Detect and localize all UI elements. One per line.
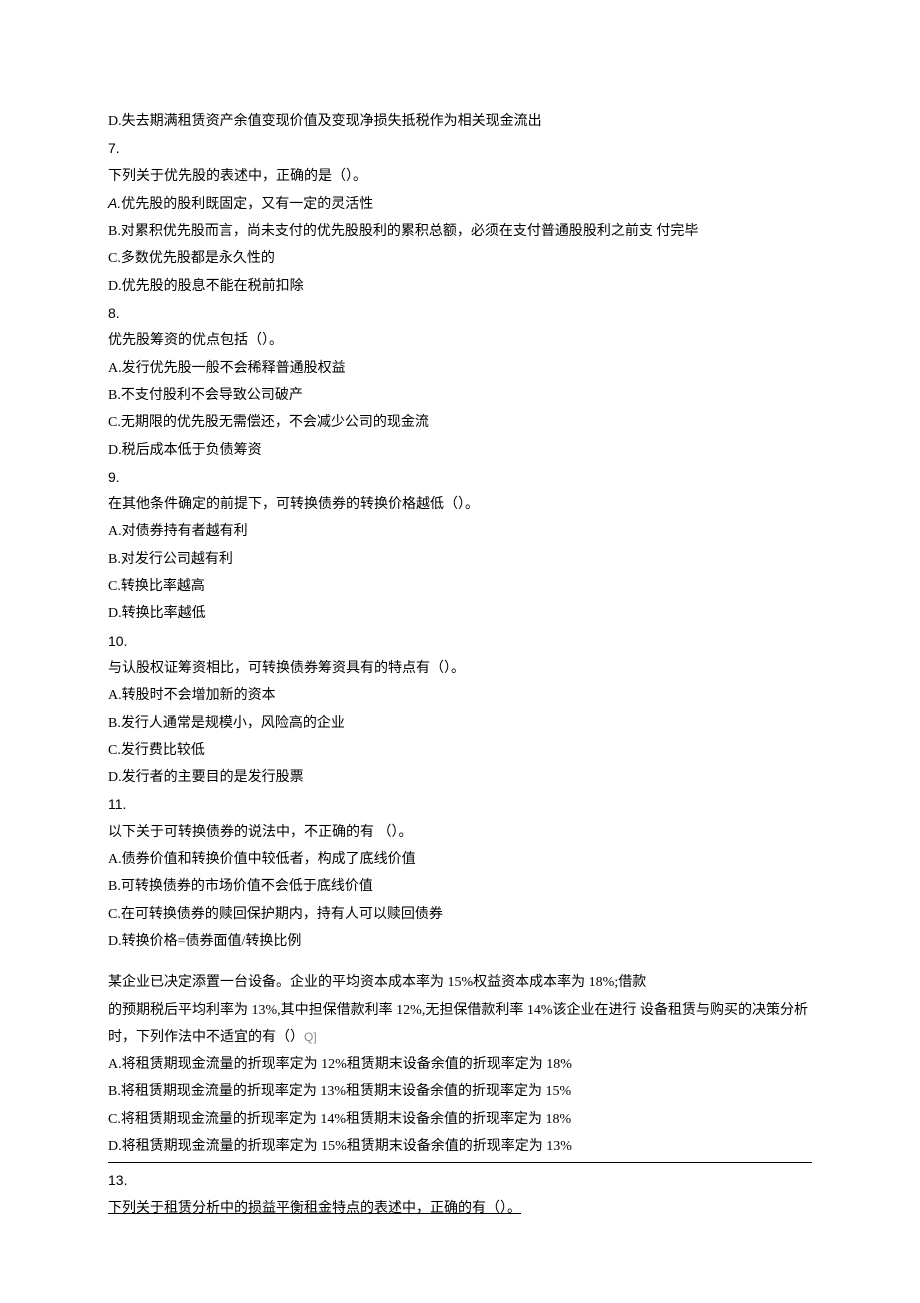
q11-option-b: B.可转换债券的市场价值不会低于底线价值 xyxy=(108,873,812,900)
q7-option-a: A.优先股的股利既固定，又有一定的灵活性 xyxy=(108,190,812,218)
q8-option-d: D.税后成本低于负债筹资 xyxy=(108,437,812,464)
q10-stem: 与认股权证筹资相比，可转换债券筹资具有的特点有（）。 xyxy=(108,655,812,682)
q8-option-c: C.无期限的优先股无需偿还，不会减少公司的现金流 xyxy=(108,409,812,436)
q7-option-b: B.对累积优先股而言，尚未支付的优先股股利的累积总额，必须在支付普通股股利之前支… xyxy=(108,218,812,245)
q8-number: 8. xyxy=(108,300,812,327)
q11-option-a: A.债券价值和转换价值中较低者，构成了底线价值 xyxy=(108,846,812,873)
q12-option-c: C.将租赁期现金流量的折现率定为 14%租赁期末设备余值的折现率定为 18% xyxy=(108,1106,812,1133)
q12-stem-line2: 的预期税后平均利率为 13%,其中担保借款利率 12%,无担保借款利率 14%该… xyxy=(108,997,812,1052)
q12-stem-line1: 某企业已决定添置一台设备。企业的平均资本成本率为 15%权益资本成本率为 18%… xyxy=(108,969,812,996)
q11-option-d: D.转换价格=债券面值/转换比例 xyxy=(108,928,812,955)
q10-option-b: B.发行人通常是规模小，风险高的企业 xyxy=(108,710,812,737)
q13-number: 13. xyxy=(108,1167,812,1194)
q7-optA-letter: A. xyxy=(108,195,121,211)
q9-option-c: C.转换比率越高 xyxy=(108,573,812,600)
q9-option-b: B.对发行公司越有利 xyxy=(108,546,812,573)
q9-number: 9. xyxy=(108,464,812,491)
q10-option-a: A.转股时不会增加新的资本 xyxy=(108,682,812,709)
q7-stem: 下列关于优先股的表述中，正确的是（）。 xyxy=(108,163,812,190)
q12-stem2-text: 的预期税后平均利率为 13%,其中担保借款利率 12%,无担保借款利率 14%该… xyxy=(108,1003,808,1045)
q12-stem2-suffix: Q] xyxy=(304,1030,317,1044)
q11-option-c: C.在可转换债券的赎回保护期内，持有人可以赎回债券 xyxy=(108,901,812,928)
q12-option-d: D.将租赁期现金流量的折现率定为 15%租赁期末设备余值的折现率定为 13% xyxy=(108,1133,812,1160)
q12-option-b: B.将租赁期现金流量的折现率定为 13%租赁期末设备余值的折现率定为 15% xyxy=(108,1078,812,1105)
blank-line xyxy=(108,955,812,969)
q8-stem: 优先股筹资的优点包括（）。 xyxy=(108,327,812,354)
q9-option-a: A.对债券持有者越有利 xyxy=(108,518,812,545)
q12-option-a: A.将租赁期现金流量的折现率定为 12%租赁期末设备余值的折现率定为 18% xyxy=(108,1051,812,1078)
q6-option-d: D.失去期满租赁资产余值变现价值及变现净损失抵税作为相关现金流出 xyxy=(108,108,812,135)
q7-option-c: C.多数优先股都是永久性的 xyxy=(108,245,812,272)
q10-number: 10. xyxy=(108,628,812,655)
q9-stem: 在其他条件确定的前提下，可转换债券的转换价格越低（）。 xyxy=(108,491,812,518)
q11-number: 11. xyxy=(108,791,812,818)
q7-option-d: D.优先股的股息不能在税前扣除 xyxy=(108,273,812,300)
q10-option-c: C.发行费比较低 xyxy=(108,737,812,764)
divider-line xyxy=(108,1162,812,1163)
q13-stem: 下列关于租赁分析中的损益平衡租金特点的表述中，正确的有（）。 xyxy=(108,1195,812,1222)
q10-option-d: D.发行者的主要目的是发行股票 xyxy=(108,764,812,791)
q11-stem: 以下关于可转换债券的说法中，不正确的有 （）。 xyxy=(108,819,812,846)
q8-option-a: A.发行优先股一般不会稀释普通股权益 xyxy=(108,355,812,382)
q7-number: 7. xyxy=(108,135,812,162)
q9-option-d: D.转换比率越低 xyxy=(108,600,812,627)
q7-optA-text: 优先股的股利既固定，又有一定的灵活性 xyxy=(121,197,373,212)
document-page: D.失去期满租赁资产余值变现价值及变现净损失抵税作为相关现金流出 7. 下列关于… xyxy=(0,0,920,1303)
q8-option-b: B.不支付股利不会导致公司破产 xyxy=(108,382,812,409)
